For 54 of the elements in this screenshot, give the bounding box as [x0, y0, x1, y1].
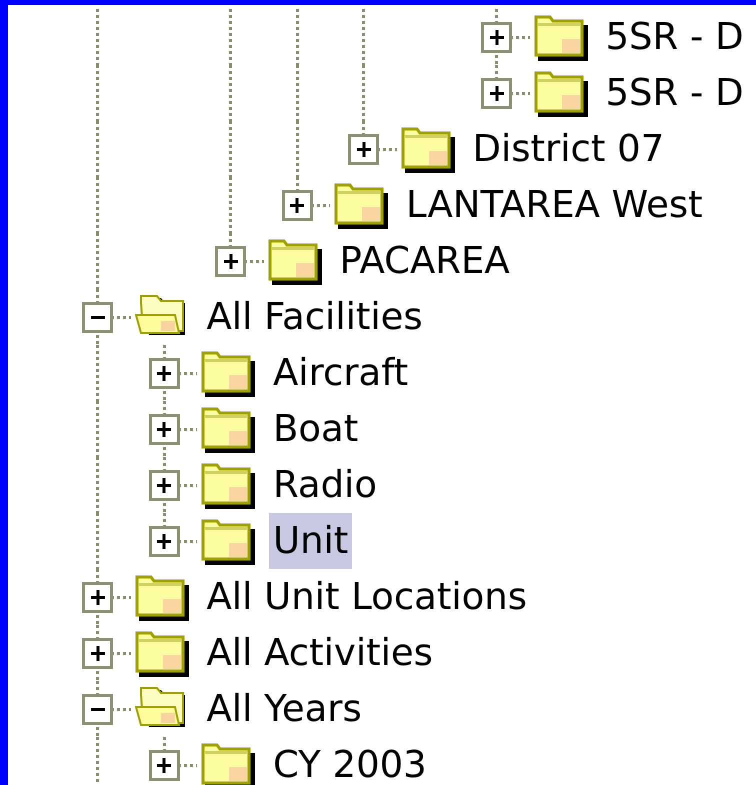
plus-icon [290, 198, 304, 213]
expand-toggle[interactable] [215, 246, 246, 277]
folder-icon [201, 463, 257, 509]
plus-icon [90, 590, 104, 605]
plus-icon [157, 758, 171, 773]
folder-label[interactable]: All Activities [202, 625, 437, 681]
folder-label[interactable]: All Facilities [202, 289, 427, 345]
folder-label[interactable]: LANTAREA West [402, 177, 707, 233]
expand-toggle[interactable] [148, 526, 180, 557]
expand-toggle[interactable] [481, 78, 512, 109]
expand-toggle[interactable] [481, 22, 512, 53]
folder-label[interactable]: Radio [269, 457, 381, 513]
expand-toggle[interactable] [148, 470, 180, 501]
collapse-toggle[interactable] [82, 694, 113, 725]
minus-icon [90, 316, 104, 319]
plus-icon [490, 30, 504, 45]
folder-label[interactable]: District 07 [468, 121, 668, 177]
folder-icon [534, 15, 590, 61]
folder-label[interactable]: Boat [269, 401, 362, 457]
expand-toggle[interactable] [348, 134, 379, 165]
expand-toggle[interactable] [82, 582, 113, 613]
folder-icon [201, 351, 257, 397]
folder-icon [534, 71, 590, 117]
plus-icon [157, 366, 171, 381]
expand-toggle[interactable] [82, 638, 113, 669]
expand-toggle[interactable] [282, 190, 312, 221]
expand-toggle[interactable] [148, 358, 180, 389]
folder-label[interactable]: PACAREA [336, 233, 514, 289]
folder-icon [334, 183, 390, 229]
folder-label[interactable]: CY 2003 [269, 737, 431, 785]
folder-icon [201, 519, 257, 565]
folder-icon [201, 743, 257, 785]
folder-icon [134, 575, 190, 621]
folder-label[interactable]: All Years [202, 681, 366, 737]
folder-icon [400, 127, 456, 173]
folder-label[interactable]: 5SR - D [602, 9, 748, 65]
folder-label[interactable]: 5SR - D [602, 65, 748, 121]
expand-toggle[interactable] [148, 414, 180, 445]
plus-icon [490, 86, 504, 101]
folder-label[interactable]: Unit [269, 513, 352, 569]
plus-icon [356, 142, 370, 157]
plus-icon [157, 478, 171, 493]
folder-label[interactable]: All Unit Locations [202, 569, 531, 625]
minus-icon [90, 708, 104, 711]
plus-icon [157, 534, 171, 549]
folder-icon [201, 407, 257, 453]
folder-icon [268, 239, 324, 285]
plus-icon [157, 422, 171, 437]
folder-icon [134, 631, 190, 677]
folder-label[interactable]: Aircraft [269, 345, 412, 401]
collapse-toggle[interactable] [82, 302, 113, 333]
plus-icon [90, 646, 104, 661]
plus-icon [224, 254, 238, 269]
expand-toggle[interactable] [148, 750, 180, 781]
